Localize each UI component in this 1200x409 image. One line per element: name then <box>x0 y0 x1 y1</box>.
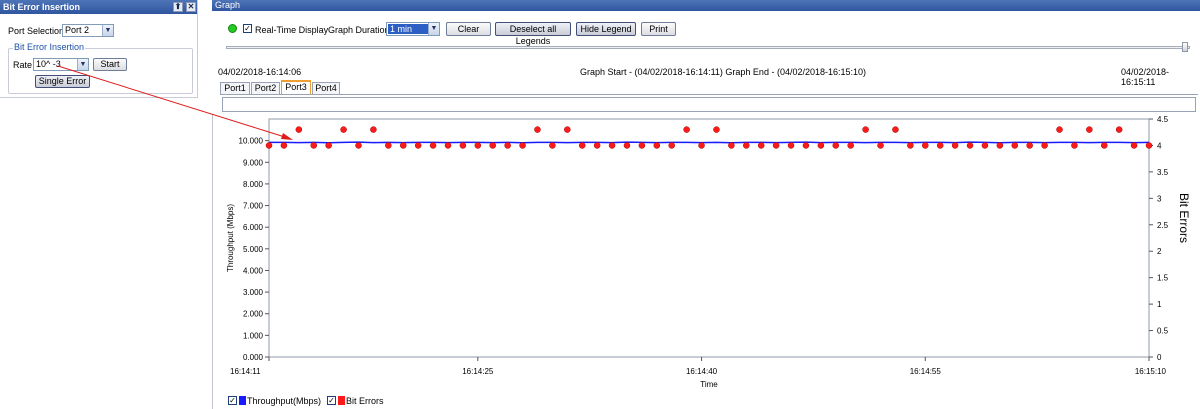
y2-tick-label: 2.5 <box>1157 221 1169 230</box>
bit-error-point <box>653 142 661 149</box>
bit-error-point <box>489 142 496 149</box>
y2-axis-title: Bit Errors <box>1177 193 1191 243</box>
x-tick-label: 16:14:25 <box>462 367 494 376</box>
bit-error-point <box>399 142 407 149</box>
bit-error-point <box>862 126 869 133</box>
bit-error-point <box>817 142 825 149</box>
bit-error-point <box>265 142 273 149</box>
bit-error-point <box>1041 142 1048 149</box>
bit-error-point <box>1130 142 1138 149</box>
bit-error-point <box>519 142 526 149</box>
bit-error-point <box>1115 126 1123 133</box>
y2-tick-label: 3 <box>1157 194 1162 203</box>
y2-tick-label: 1 <box>1157 300 1162 309</box>
plot-area <box>268 118 1150 358</box>
y2-tick-label: 4 <box>1157 141 1162 150</box>
bit-error-point <box>504 142 511 149</box>
bit-error-point <box>325 142 332 149</box>
bit-error-point <box>459 142 467 149</box>
bit-error-point <box>1056 126 1063 133</box>
bit-error-point <box>370 126 377 133</box>
bit-error-point <box>698 142 705 149</box>
x-tick-label: 16:14:11 <box>230 367 261 376</box>
bit-error-point <box>564 126 571 133</box>
bit-error-point <box>1026 142 1033 149</box>
x-tick-label: 16:15:10 <box>1135 367 1167 376</box>
x-tick-label: 16:14:40 <box>686 367 718 376</box>
bit-error-point <box>474 142 482 149</box>
y2-tick-label: 4.5 <box>1157 115 1169 124</box>
y2-tick-label: 3.5 <box>1157 168 1169 177</box>
bit-error-point <box>966 142 974 149</box>
legend-biterrors-label: Bit Errors <box>346 396 384 406</box>
bit-error-point <box>847 142 854 149</box>
y-tick-label: 10.000 <box>239 137 264 146</box>
bit-error-point <box>772 142 780 149</box>
bit-error-point <box>355 142 362 149</box>
y2-tick-label: 1.5 <box>1157 274 1169 283</box>
legend-throughput-checkbox[interactable]: ✓ <box>228 396 237 405</box>
x-axis-title: Time <box>700 380 718 389</box>
series-throughput-line <box>269 141 1150 144</box>
bit-error-point <box>578 142 586 149</box>
bit-error-point <box>981 142 989 149</box>
bit-error-point <box>549 142 556 149</box>
y2-tick-label: 0.5 <box>1157 327 1169 336</box>
bit-error-point <box>832 142 840 149</box>
bit-error-point <box>1145 142 1153 149</box>
y-tick-label: 8.000 <box>243 180 264 189</box>
bit-error-point <box>728 142 735 149</box>
y-tick-label: 5.000 <box>243 245 264 254</box>
bit-error-point <box>668 142 675 149</box>
bit-error-point <box>892 126 899 133</box>
y-tick-label: 0.000 <box>243 353 264 362</box>
bit-error-point <box>951 142 959 149</box>
bit-error-point <box>713 126 720 133</box>
bit-error-point <box>340 126 347 133</box>
bit-error-point <box>1101 142 1108 149</box>
bit-error-point <box>802 142 810 149</box>
bit-error-point <box>593 142 601 149</box>
y2-tick-label: 0 <box>1157 353 1162 362</box>
bit-error-point <box>623 142 631 149</box>
bit-error-point <box>534 126 541 133</box>
bit-error-point <box>385 142 392 149</box>
y-tick-label: 1.000 <box>243 331 264 340</box>
legend-biterrors-swatch <box>338 396 345 405</box>
bit-error-point <box>877 142 884 149</box>
y-tick-label: 2.000 <box>243 310 264 319</box>
bit-error-point <box>1011 142 1019 149</box>
bit-error-point <box>996 142 1004 149</box>
y2-tick-label: 2 <box>1157 247 1162 256</box>
bit-error-point <box>743 142 750 149</box>
bit-error-point <box>310 142 317 149</box>
y-tick-label: 6.000 <box>243 223 264 232</box>
bit-error-point <box>444 142 452 149</box>
bit-error-point <box>907 142 914 149</box>
y-tick-label: 9.000 <box>243 158 264 167</box>
bit-error-point <box>280 142 288 149</box>
bit-error-point <box>757 142 765 149</box>
bit-error-point <box>1071 142 1078 149</box>
bit-error-point <box>1086 126 1093 133</box>
y-axis-title: Throughput (Mbps) <box>226 204 235 272</box>
legend-throughput-label: Throughput(Mbps) <box>247 396 322 406</box>
bit-error-point <box>787 142 795 149</box>
bit-error-point <box>936 142 944 149</box>
bit-error-point <box>683 126 690 133</box>
y-tick-label: 3.000 <box>243 288 264 297</box>
bit-error-point <box>608 142 616 149</box>
bit-error-point <box>638 142 646 149</box>
bit-error-point <box>922 142 929 149</box>
bit-error-point <box>295 126 303 133</box>
throughput-chart: 0.000 1.000 2.000 3.000 4.000 5.000 6.000 7.000… <box>226 115 1191 389</box>
bit-error-point <box>429 142 437 149</box>
y-tick-label: 7.000 <box>243 202 264 211</box>
y-tick-label: 4.000 <box>243 266 264 275</box>
legend-throughput-swatch <box>239 396 246 405</box>
bit-error-point <box>414 142 422 149</box>
x-tick-label: 16:14:55 <box>910 367 942 376</box>
legend-biterrors-checkbox[interactable]: ✓ <box>327 396 336 405</box>
